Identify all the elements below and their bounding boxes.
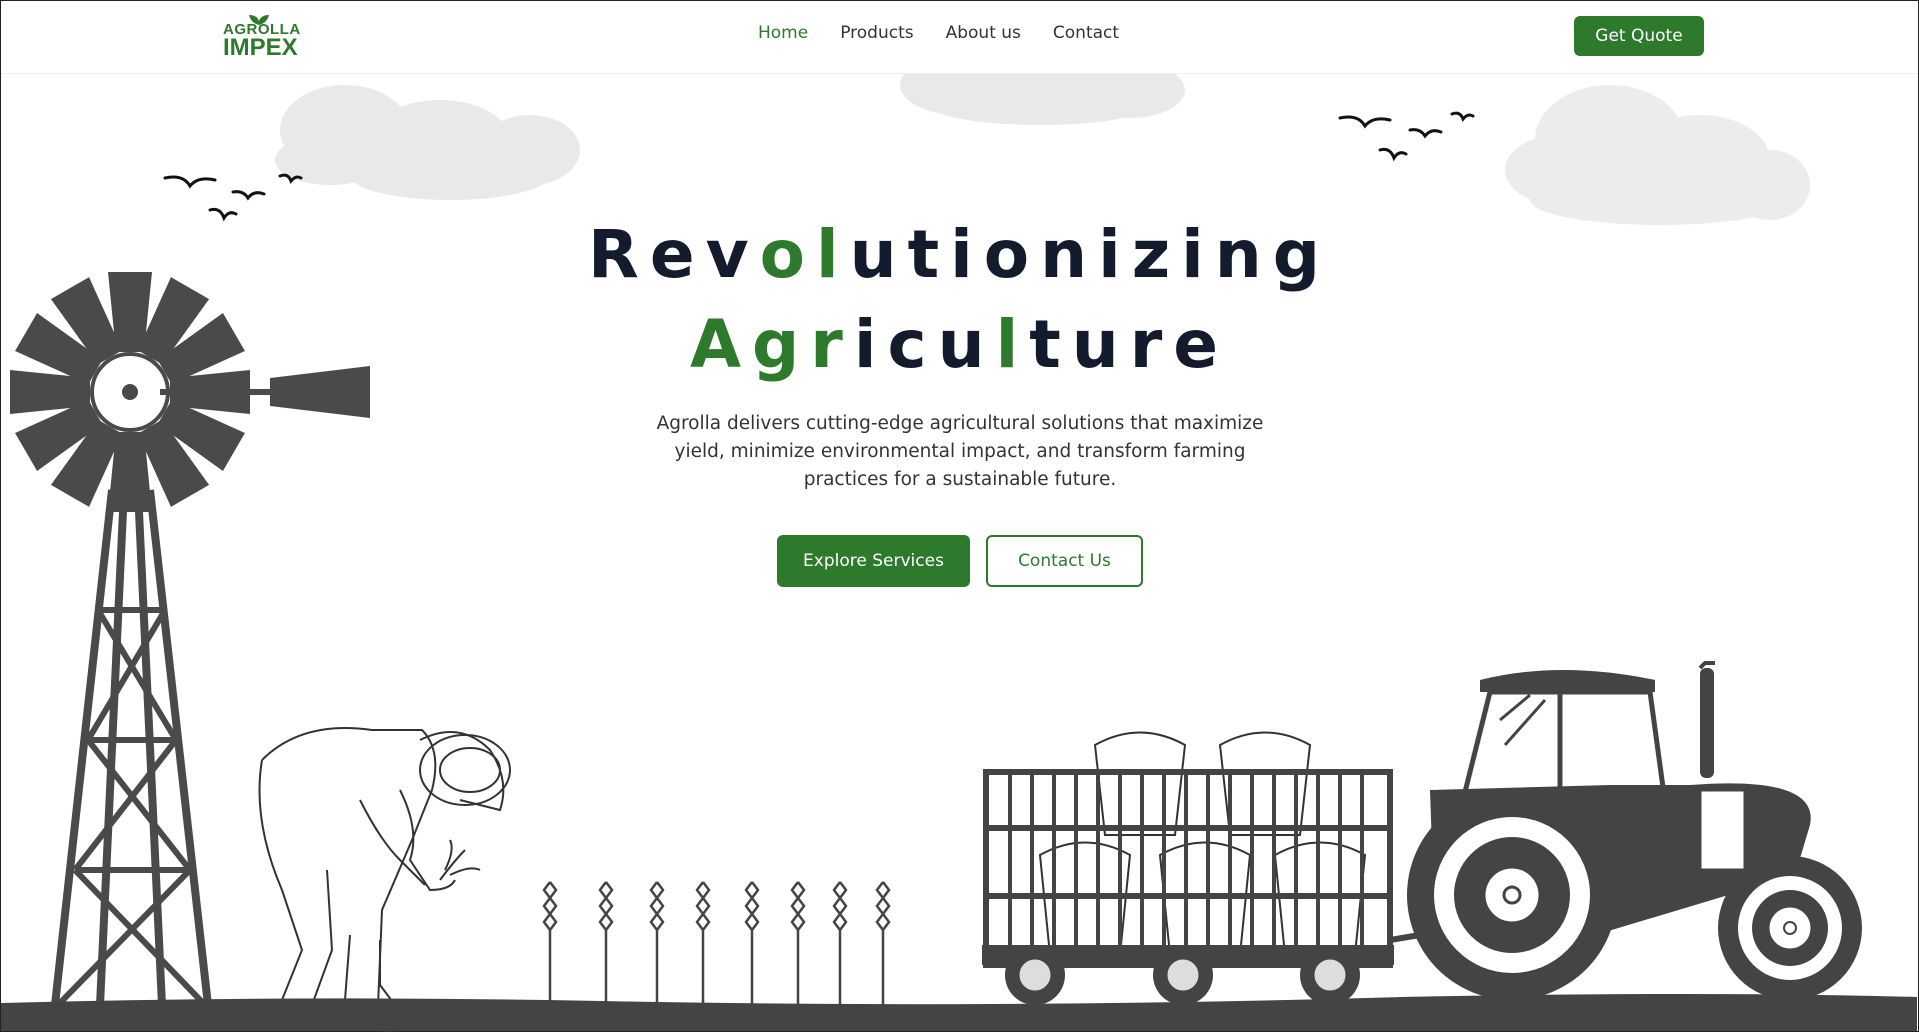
title-part: ture: [1029, 306, 1230, 383]
title-part: icu: [853, 306, 996, 383]
title-part-highlight: l: [995, 306, 1030, 383]
title-part-highlight: ol: [759, 216, 850, 293]
explore-services-button[interactable]: Explore Services: [777, 535, 970, 587]
nav-link-contact[interactable]: Contact: [1053, 23, 1119, 43]
farmer-illustration: [258, 727, 511, 1032]
top-navbar: AGROLLA IMPEX Home Products About us Con…: [1, 1, 1918, 74]
cloud-icon: [275, 85, 580, 200]
title-part-highlight: Agr: [689, 306, 854, 383]
title-part: utionizing: [849, 216, 1331, 293]
nav-link-about[interactable]: About us: [946, 23, 1021, 43]
ground: [1, 994, 1917, 1031]
hero-title-line1: Revolutionizing: [0, 216, 1919, 293]
contact-us-button[interactable]: Contact Us: [986, 535, 1143, 587]
tractor-icon: [1407, 661, 1862, 1000]
hero-illustration: [1, 45, 1917, 1032]
logo-text-bottom: IMPEX: [223, 34, 298, 61]
cloud-icon: [1505, 85, 1810, 225]
get-quote-button[interactable]: Get Quote: [1574, 16, 1704, 56]
hero-description: Agrolla delivers cutting-edge agricultur…: [656, 413, 1264, 490]
title-part: Rev: [588, 216, 760, 293]
main-nav: Home Products About us Contact: [758, 23, 1151, 43]
hero-title-line2: Agriculture: [0, 306, 1919, 383]
nav-link-home[interactable]: Home: [758, 23, 808, 43]
trailer-illustration: [982, 731, 1421, 1005]
nav-link-products[interactable]: Products: [840, 23, 913, 43]
brand-logo[interactable]: AGROLLA IMPEX: [223, 13, 300, 61]
wheat-icon: [542, 880, 891, 1007]
